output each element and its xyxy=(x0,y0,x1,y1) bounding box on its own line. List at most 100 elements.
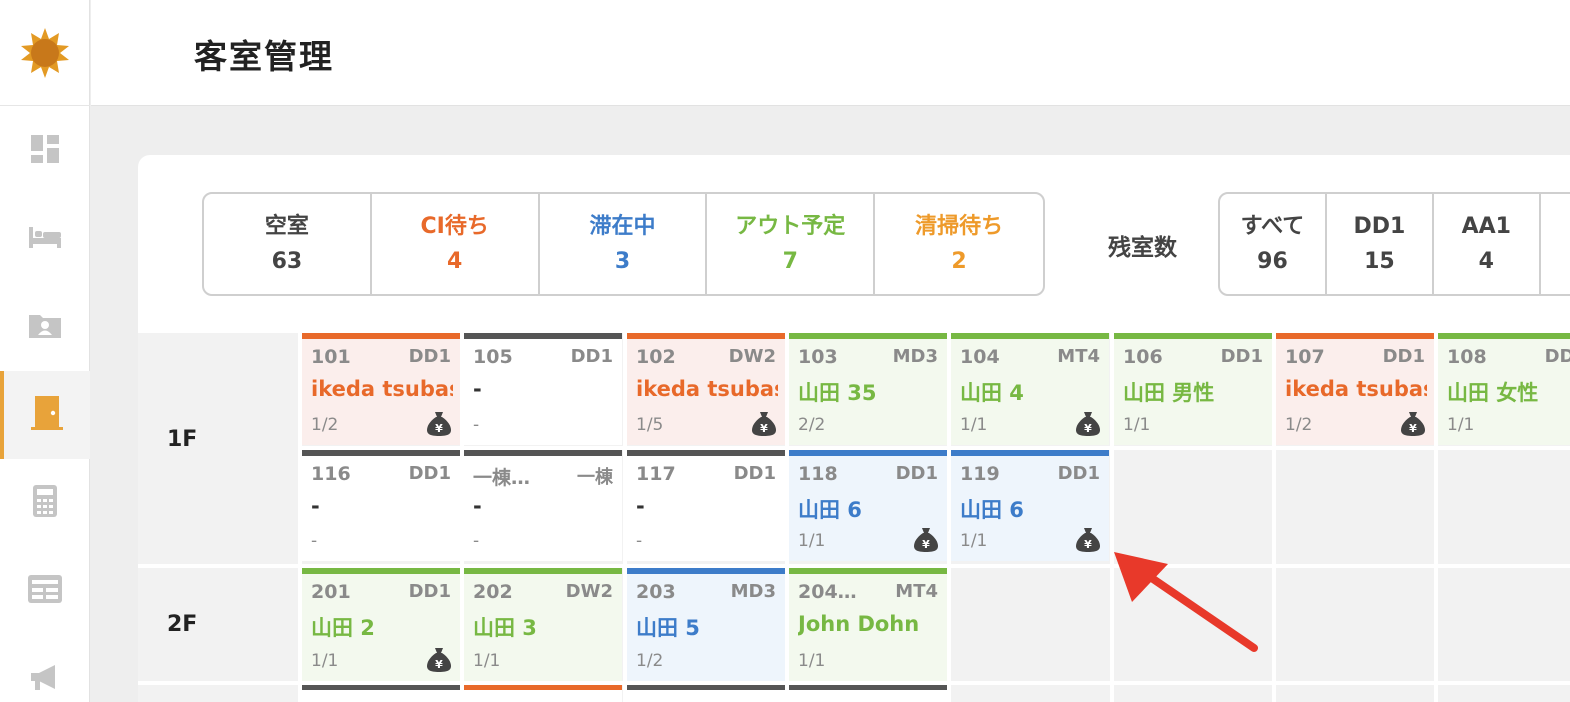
occupancy-count: 1/5 xyxy=(636,415,664,435)
status-summary: 空室 63 CI待ち 4 滞在中 3 アウト予定 7 清掃待ち 2 xyxy=(202,192,1045,296)
logo[interactable] xyxy=(0,0,90,106)
room-type: DW2 xyxy=(728,346,776,367)
room-number: 一棟… xyxy=(473,467,531,489)
room-card[interactable]: 117 DD1 - - xyxy=(627,450,785,561)
remaining-label: DD1 xyxy=(1353,214,1406,239)
dashboard-icon xyxy=(30,134,60,168)
room-card[interactable]: 106 DD1 山田 男性 1/1 xyxy=(1114,333,1272,445)
room-type: DD1 xyxy=(408,346,451,367)
floor-label: 2F xyxy=(167,612,198,637)
guest-name: John Dohn xyxy=(798,612,920,636)
room-type: DD1 xyxy=(1220,346,1263,367)
occupancy-count: 1/1 xyxy=(960,531,988,551)
bed-icon xyxy=(28,225,62,253)
status-filter-2[interactable]: 滞在中 3 xyxy=(540,194,708,294)
room-card[interactable] xyxy=(789,685,947,702)
sidebar-item-folder-user[interactable] xyxy=(0,283,90,371)
room-card[interactable]: 118 DD1 山田 6 1/1 ¥ xyxy=(789,450,947,561)
room-card[interactable]: 一棟… 一棟 - - xyxy=(464,450,622,561)
room-type: MD3 xyxy=(730,581,776,602)
money-bag-icon: ¥ xyxy=(1076,411,1100,437)
room-card[interactable]: 204… MT4 John Dohn 1/1 xyxy=(789,568,947,681)
remaining-label: すべて xyxy=(1240,214,1305,239)
svg-text:¥: ¥ xyxy=(1084,422,1092,435)
calculator-icon xyxy=(32,484,58,522)
status-count: 4 xyxy=(447,249,463,274)
room-card[interactable]: 119 DD1 山田 6 1/1 ¥ xyxy=(951,450,1109,561)
room-type: DD1 xyxy=(1544,346,1570,367)
svg-text:¥: ¥ xyxy=(760,422,768,435)
room-type: DW2 xyxy=(565,581,613,602)
room-card[interactable]: 201 DD1 山田 2 1/1 ¥ xyxy=(302,568,460,681)
svg-text:¥: ¥ xyxy=(1409,422,1417,435)
guest-name: - xyxy=(636,494,645,518)
room-card[interactable]: 103 MD3 山田 35 2/2 xyxy=(789,333,947,445)
megaphone-icon xyxy=(29,663,61,695)
status-label: 空室 xyxy=(264,214,309,239)
occupancy-count: 1/1 xyxy=(960,415,988,435)
room-number: 203 xyxy=(636,581,676,603)
sidebar xyxy=(0,0,90,702)
room-card[interactable] xyxy=(627,685,785,702)
guest-name: 山田 6 xyxy=(960,498,1024,522)
money-bag-icon: ¥ xyxy=(427,411,451,437)
sidebar-item-bed[interactable] xyxy=(0,195,90,283)
door-icon xyxy=(31,395,63,435)
occupancy-count: 1/1 xyxy=(1123,415,1151,435)
room-card[interactable]: 101 DD1 ikeda tsubasa 1/2 ¥ xyxy=(302,333,460,445)
status-label: 清掃待ち xyxy=(915,214,1004,239)
occupancy-count: 1/2 xyxy=(636,651,664,671)
remaining-filter-0[interactable]: すべて 96 xyxy=(1220,194,1327,294)
svg-text:¥: ¥ xyxy=(922,538,930,551)
status-filter-1[interactable]: CI待ち 4 xyxy=(372,194,540,294)
sidebar-item-calculator[interactable] xyxy=(0,459,90,547)
status-filter-3[interactable]: アウト予定 7 xyxy=(707,194,876,294)
room-card[interactable]: 108 DD1山田 女性 1/1 xyxy=(1438,333,1570,445)
sidebar-item-megaphone[interactable] xyxy=(0,635,90,702)
room-number: 108 xyxy=(1447,346,1487,368)
sidebar-item-dashboard[interactable] xyxy=(0,107,90,195)
guest-name: 山田 女性 xyxy=(1447,381,1539,405)
status-filter-0[interactable]: 空室 63 xyxy=(204,194,372,294)
svg-text:¥: ¥ xyxy=(1084,538,1092,551)
remaining-rooms-summary: すべて 96 DD1 15 AA1 4 xyxy=(1218,192,1570,296)
room-card[interactable]: 107 DD1 ikeda tsubasa 1/2 ¥ xyxy=(1276,333,1434,445)
sidebar-item-door[interactable] xyxy=(0,371,90,459)
room-card[interactable] xyxy=(464,685,622,702)
remaining-filter-1[interactable]: DD1 15 xyxy=(1327,194,1434,294)
room-type: DD1 xyxy=(733,463,776,484)
remaining-count: 15 xyxy=(1364,249,1395,274)
room-card[interactable] xyxy=(302,685,460,702)
occupancy-count: - xyxy=(473,415,480,435)
room-card[interactable]: 105 DD1 - - xyxy=(464,333,622,445)
occupancy-count: - xyxy=(636,531,643,551)
room-card[interactable]: 116 DD1 - - xyxy=(302,450,460,561)
occupancy-count: 1/1 xyxy=(473,651,501,671)
status-count: 63 xyxy=(271,249,303,274)
guest-name: 山田 2 xyxy=(311,616,375,640)
room-card[interactable]: 102 DW2 ikeda tsubasa 1/5 ¥ xyxy=(627,333,785,445)
room-number: 105 xyxy=(473,346,513,368)
room-number: 103 xyxy=(798,346,838,368)
room-number: 117 xyxy=(636,463,676,485)
remaining-count: 96 xyxy=(1257,249,1288,274)
list-card-icon xyxy=(27,574,63,608)
sun-logo-icon xyxy=(21,27,69,78)
room-number: 107 xyxy=(1285,346,1325,368)
guest-name: - xyxy=(473,494,482,518)
occupancy-count: - xyxy=(473,531,480,551)
annotation-arrow-icon xyxy=(1114,552,1258,652)
status-label: 滞在中 xyxy=(589,214,656,239)
sidebar-item-list-card[interactable] xyxy=(0,547,90,635)
status-count: 7 xyxy=(782,249,798,274)
room-card[interactable]: 203 MD3 山田 5 1/2 xyxy=(627,568,785,681)
guest-name: 山田 6 xyxy=(798,498,862,522)
remaining-filter-2[interactable]: AA1 4 xyxy=(1434,194,1541,294)
status-filter-4[interactable]: 清掃待ち 2 xyxy=(875,194,1043,294)
guest-name: - xyxy=(311,494,320,518)
room-card[interactable]: 202 DW2 山田 3 1/1 xyxy=(464,568,622,681)
remaining-filter-more[interactable] xyxy=(1541,194,1570,294)
floor-label: 1F xyxy=(167,427,198,452)
page-title: 客室管理 xyxy=(194,37,334,76)
room-card[interactable]: 104 MT4 山田 4 1/1 ¥ xyxy=(951,333,1109,445)
